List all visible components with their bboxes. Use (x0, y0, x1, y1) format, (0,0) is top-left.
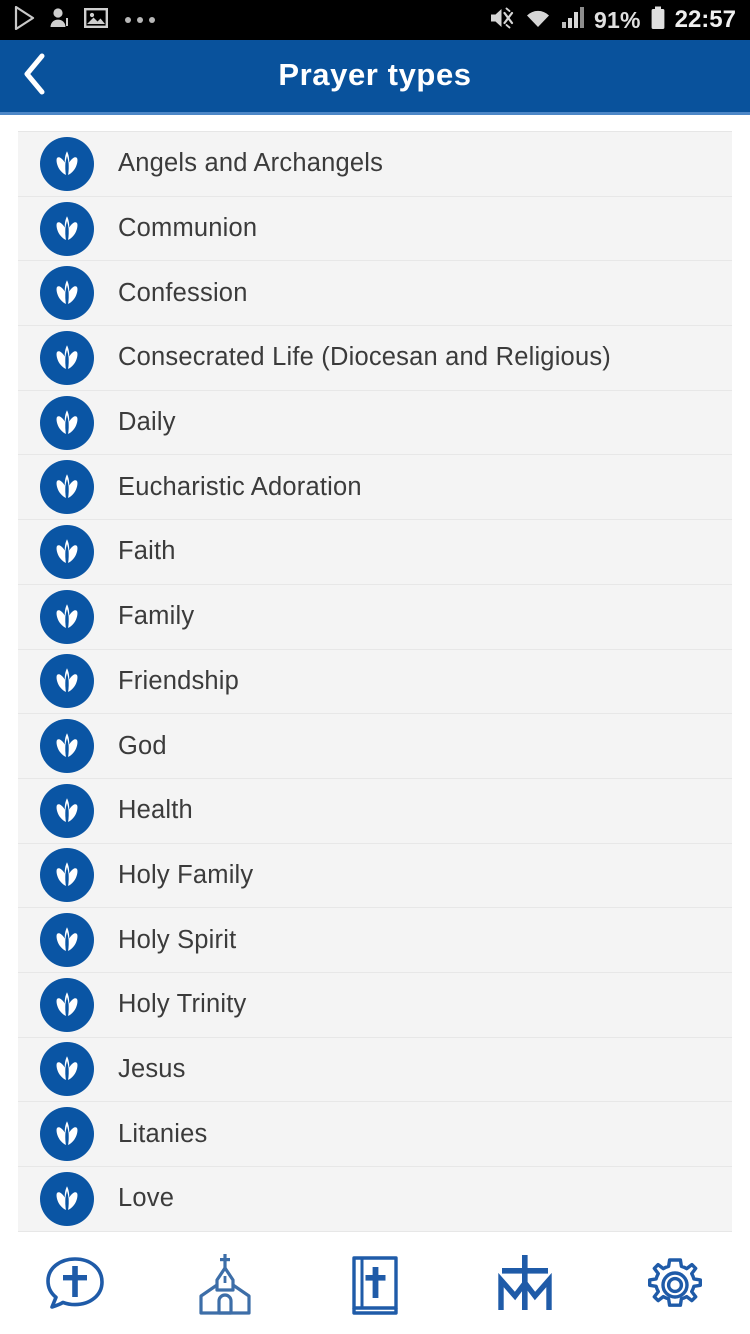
list-item-label: Communion (118, 214, 258, 243)
status-bar-clock: 22:57 (674, 6, 736, 33)
prayer-types-list: Angels and Archangels Communion Confession… (18, 131, 732, 1232)
more-dots-icon (125, 17, 155, 23)
praying-hands-icon (40, 654, 94, 709)
status-bar: 91% 22:57 (0, 0, 750, 40)
praying-hands-icon (40, 977, 94, 1032)
praying-hands-icon (40, 524, 94, 579)
praying-hands-icon (40, 460, 94, 515)
status-bar-right-icons: 91% 22:57 (489, 6, 736, 35)
church-icon (190, 1252, 260, 1323)
list-item[interactable]: Consecrated Life (Diocesan and Religious… (18, 326, 732, 391)
list-item-label: Family (118, 602, 195, 631)
praying-hands-icon (40, 1042, 94, 1097)
chevron-left-icon (22, 53, 48, 100)
list-item-label: Friendship (118, 666, 240, 695)
gear-icon (642, 1252, 708, 1323)
mute-icon (489, 6, 515, 35)
list-item[interactable]: Angels and Archangels (18, 132, 732, 197)
list-item[interactable]: Litanies (18, 1102, 732, 1167)
list-item[interactable]: Holy Spirit (18, 908, 732, 973)
nav-item-prayer-bubble[interactable] (0, 1240, 150, 1334)
praying-hands-icon (40, 783, 94, 838)
praying-hands-icon (40, 266, 94, 321)
list-item-label: Eucharistic Adoration (118, 472, 362, 501)
list-item[interactable]: Confession (18, 261, 732, 327)
list-item[interactable]: Family (18, 584, 732, 650)
list-item[interactable]: Eucharistic Adoration (18, 455, 732, 521)
list-item-label: Confession (118, 278, 248, 307)
praying-hands-icon (40, 1107, 94, 1162)
list-item[interactable]: Daily (18, 390, 732, 456)
praying-hands-icon (40, 913, 94, 968)
nav-item-church[interactable] (150, 1240, 300, 1334)
page-title: Prayer types (278, 56, 472, 92)
list-item-label: Faith (118, 537, 176, 566)
list-item-label: Jesus (118, 1054, 186, 1083)
battery-icon (650, 6, 666, 35)
praying-hands-icon (40, 848, 94, 903)
list-item-label: Litanies (118, 1119, 208, 1148)
app-bar: Prayer types (0, 40, 750, 115)
battery-percent-label: 91% (593, 6, 641, 33)
nav-item-marian-cross[interactable] (450, 1240, 600, 1334)
nav-item-settings[interactable] (600, 1240, 750, 1334)
wifi-icon (524, 6, 552, 35)
praying-hands-icon (40, 1171, 94, 1226)
list-item-label: Holy Trinity (118, 990, 247, 1019)
cellular-signal-icon (561, 6, 585, 35)
praying-hands-icon (40, 719, 94, 774)
nav-item-bible[interactable] (300, 1240, 450, 1334)
marian-cross-icon (488, 1252, 562, 1323)
status-bar-left-icons (14, 5, 155, 35)
praying-hands-icon (40, 136, 94, 191)
play-store-icon (14, 5, 36, 35)
list-item-label: Holy Family (118, 860, 254, 889)
list-item-label: God (118, 731, 167, 760)
list-item-label: Health (118, 796, 193, 825)
list-item-label: Love (118, 1184, 175, 1213)
contact-add-icon (49, 6, 71, 35)
prayer-types-list-container[interactable]: Angels and Archangels Communion Confession… (0, 118, 750, 1240)
list-item[interactable]: Love (18, 1167, 732, 1232)
bible-cross-icon (344, 1252, 406, 1323)
list-item[interactable]: Friendship (18, 649, 732, 715)
list-item-label: Daily (118, 408, 176, 437)
list-item[interactable]: Health (18, 778, 732, 844)
app-screen: 91% 22:57 Prayer types Angels and Archan… (0, 0, 750, 1334)
list-item[interactable]: Faith (18, 520, 732, 585)
list-item[interactable]: Holy Family (18, 843, 732, 909)
praying-hands-icon (40, 330, 94, 385)
list-item-label: Holy Spirit (118, 925, 237, 954)
list-item[interactable]: God (18, 714, 732, 779)
speech-bubble-cross-icon (42, 1254, 108, 1321)
praying-hands-icon (40, 395, 94, 450)
photo-icon (84, 7, 109, 34)
praying-hands-icon (40, 589, 94, 644)
back-button[interactable] (0, 39, 70, 114)
list-item-label: Consecrated Life (Diocesan and Religious… (118, 343, 611, 372)
list-item[interactable]: Holy Trinity (18, 972, 732, 1038)
bottom-navigation-bar (0, 1240, 750, 1334)
praying-hands-icon (40, 201, 94, 256)
list-item[interactable]: Jesus (18, 1037, 732, 1103)
list-item[interactable]: Communion (18, 196, 732, 262)
list-item-label: Angels and Archangels (118, 149, 384, 178)
